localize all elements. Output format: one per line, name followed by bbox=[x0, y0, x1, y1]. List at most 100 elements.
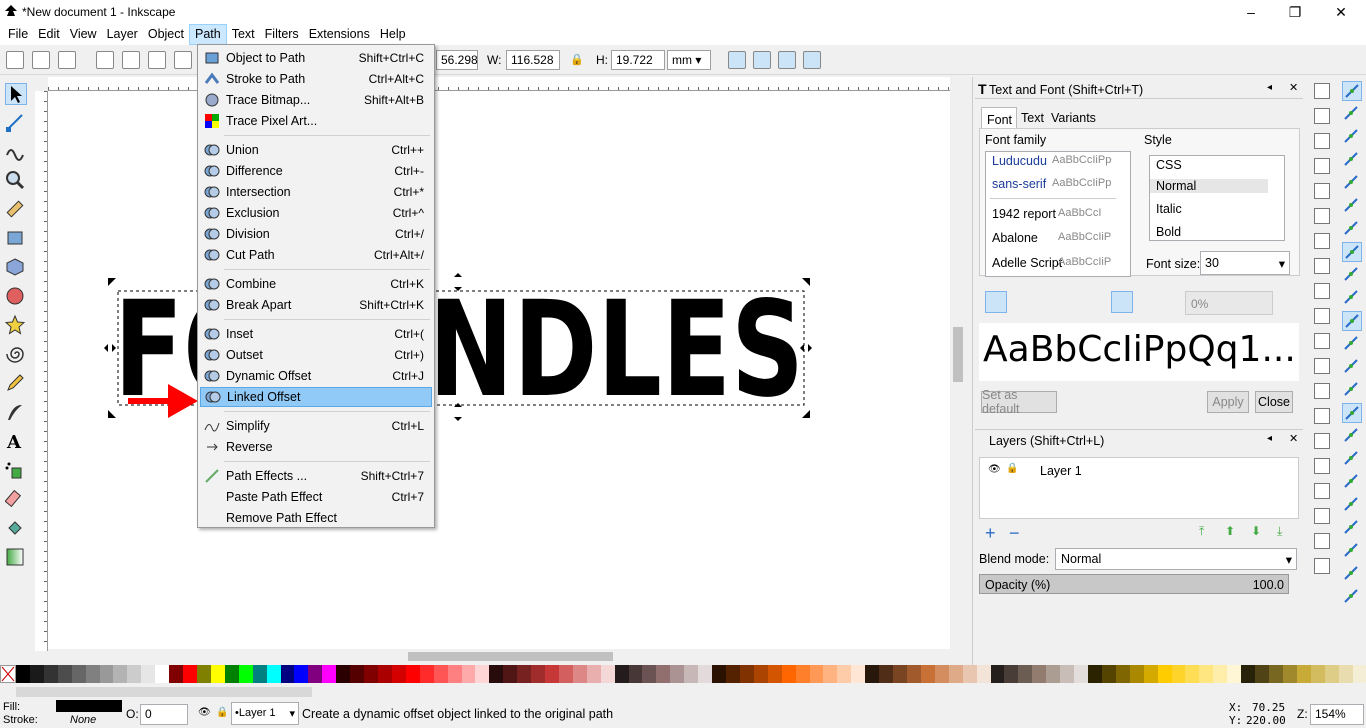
color-swatch[interactable] bbox=[767, 665, 782, 683]
opacity-slider[interactable]: Opacity (%) 100.0 bbox=[979, 574, 1289, 594]
snap-toggle-icon[interactable] bbox=[1342, 288, 1362, 308]
color-swatch[interactable] bbox=[210, 665, 225, 683]
color-swatch[interactable] bbox=[433, 665, 448, 683]
color-swatch[interactable] bbox=[16, 665, 30, 683]
font-family-item[interactable]: Adelle Script bbox=[992, 256, 1062, 270]
color-swatch[interactable] bbox=[586, 665, 601, 683]
font-family-item[interactable]: 1942 report bbox=[992, 207, 1056, 221]
no-paint-swatch[interactable] bbox=[0, 665, 16, 683]
save-icon[interactable] bbox=[1314, 133, 1330, 149]
color-swatch[interactable] bbox=[29, 665, 44, 683]
color-swatch[interactable] bbox=[503, 665, 518, 683]
tab-font[interactable]: Font bbox=[981, 107, 1017, 128]
apply-button[interactable]: Apply bbox=[1207, 391, 1249, 413]
zoom-selection-icon[interactable] bbox=[1314, 358, 1330, 374]
menu-filters[interactable]: Filters bbox=[260, 25, 304, 44]
tab-text[interactable]: Text bbox=[1021, 111, 1044, 125]
menu-item-division[interactable]: Division Ctrl+/ bbox=[200, 224, 432, 244]
color-swatch[interactable] bbox=[865, 665, 880, 683]
color-swatch[interactable] bbox=[726, 665, 740, 683]
color-swatch[interactable] bbox=[642, 665, 657, 683]
menu-object[interactable]: Object bbox=[143, 25, 189, 44]
color-swatch[interactable] bbox=[739, 665, 754, 683]
color-swatch[interactable] bbox=[1115, 665, 1130, 683]
color-swatch[interactable] bbox=[1143, 665, 1158, 683]
color-swatch[interactable] bbox=[656, 665, 671, 683]
zoom-field[interactable]: 154% bbox=[1310, 704, 1364, 725]
paint-bucket-tool-icon[interactable] bbox=[5, 518, 27, 540]
color-swatch[interactable] bbox=[350, 665, 365, 683]
deselect-icon[interactable] bbox=[58, 51, 76, 69]
gradient-tool-icon[interactable] bbox=[5, 547, 27, 569]
color-swatch[interactable] bbox=[1268, 665, 1283, 683]
color-swatch[interactable] bbox=[572, 665, 587, 683]
snap-toggle-icon[interactable] bbox=[1342, 380, 1362, 400]
print-icon[interactable] bbox=[1314, 158, 1330, 174]
vertical-scrollbar[interactable] bbox=[950, 77, 966, 649]
lower-layer-icon[interactable]: ⬇ bbox=[1251, 524, 1261, 538]
color-swatch[interactable] bbox=[377, 665, 392, 683]
color-swatch[interactable] bbox=[614, 665, 629, 683]
snap-toggle-icon[interactable] bbox=[1342, 334, 1362, 354]
snap-toggle-icon[interactable] bbox=[1342, 518, 1362, 538]
eraser-tool-icon[interactable] bbox=[4, 489, 27, 511]
menu-item-simplify[interactable]: Simplify Ctrl+L bbox=[200, 416, 432, 436]
rotate-ccw-icon[interactable] bbox=[96, 51, 114, 69]
unlink-clone-icon[interactable] bbox=[1314, 483, 1330, 499]
color-swatch[interactable] bbox=[670, 665, 685, 683]
ellipse-tool-icon[interactable] bbox=[5, 286, 27, 308]
color-swatch[interactable] bbox=[447, 665, 462, 683]
snap-toggle-icon[interactable] bbox=[1342, 472, 1362, 492]
color-swatch[interactable] bbox=[252, 665, 267, 683]
height-field[interactable]: 19.722 bbox=[611, 50, 665, 70]
horizontal-text-icon[interactable] bbox=[1111, 291, 1133, 313]
color-swatch[interactable] bbox=[266, 665, 281, 683]
close-button[interactable]: Close bbox=[1255, 391, 1293, 413]
spiral-tool-icon[interactable] bbox=[5, 344, 27, 366]
color-swatch[interactable] bbox=[1185, 665, 1200, 683]
flip-horizontal-icon[interactable] bbox=[148, 51, 166, 69]
maximize-button[interactable]: ❐ bbox=[1272, 0, 1318, 24]
minimize-button[interactable]: – bbox=[1228, 0, 1274, 24]
snap-toggle-icon[interactable] bbox=[1342, 173, 1362, 193]
snap-toggle-icon[interactable] bbox=[1342, 196, 1362, 216]
ungroup-icon[interactable] bbox=[1314, 533, 1330, 549]
color-swatch[interactable] bbox=[517, 665, 532, 683]
color-swatch[interactable] bbox=[224, 665, 239, 683]
color-swatch[interactable] bbox=[1296, 665, 1311, 683]
menu-help[interactable]: Help bbox=[375, 25, 411, 44]
snap-toggle-icon[interactable] bbox=[1342, 426, 1362, 446]
color-swatch[interactable] bbox=[489, 665, 504, 683]
paste-icon[interactable] bbox=[1314, 333, 1330, 349]
color-swatch[interactable] bbox=[948, 665, 963, 683]
color-swatch[interactable] bbox=[684, 665, 699, 683]
snap-toggle-icon[interactable] bbox=[1342, 265, 1362, 285]
star-tool-icon[interactable] bbox=[4, 314, 27, 337]
x-field[interactable]: 56.298 bbox=[436, 50, 478, 70]
snap-toggle-icon[interactable] bbox=[1342, 495, 1362, 515]
iconify-icon[interactable]: ◂ bbox=[1267, 433, 1272, 444]
menu-item-dynamic-offset[interactable]: Dynamic Offset Ctrl+J bbox=[200, 366, 432, 386]
color-swatch[interactable] bbox=[1087, 665, 1102, 683]
raise-to-top-icon[interactable]: ⤒ bbox=[1199, 524, 1204, 539]
color-swatch[interactable] bbox=[781, 665, 796, 683]
snap-toggle-icon[interactable] bbox=[1342, 564, 1362, 584]
color-swatch[interactable] bbox=[1157, 665, 1172, 683]
fill-swatch[interactable] bbox=[56, 700, 122, 712]
color-swatch[interactable] bbox=[558, 665, 573, 683]
node-tool-icon[interactable] bbox=[5, 112, 27, 134]
font-family-item[interactable]: Luducudu bbox=[992, 154, 1047, 168]
style-item[interactable]: Italic bbox=[1156, 202, 1182, 216]
menu-item-trace-bitmap[interactable]: Trace Bitmap... Shift+Alt+B bbox=[200, 90, 432, 110]
menu-view[interactable]: View bbox=[65, 25, 102, 44]
color-swatch[interactable] bbox=[169, 665, 184, 683]
menu-item-intersection[interactable]: Intersection Ctrl+* bbox=[200, 182, 432, 202]
menu-item-combine[interactable]: Combine Ctrl+K bbox=[200, 274, 432, 294]
duplicate-icon[interactable] bbox=[1314, 433, 1330, 449]
snap-toggle-icon[interactable] bbox=[1342, 150, 1362, 170]
color-swatch[interactable] bbox=[391, 665, 406, 683]
color-swatch[interactable] bbox=[336, 665, 351, 683]
import-icon[interactable] bbox=[1314, 183, 1330, 199]
rectangle-tool-icon[interactable] bbox=[5, 228, 27, 250]
color-swatch[interactable] bbox=[183, 665, 197, 683]
